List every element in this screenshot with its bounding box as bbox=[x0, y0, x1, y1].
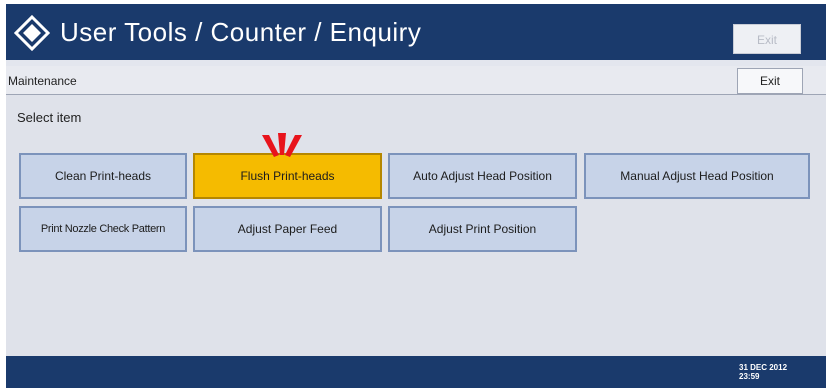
title-exit-button[interactable]: Exit bbox=[733, 24, 801, 54]
flush-print-heads-button[interactable]: Flush Print-heads bbox=[193, 153, 382, 199]
maintenance-label: Maintenance bbox=[8, 74, 77, 88]
maintenance-exit-button[interactable]: Exit bbox=[737, 68, 803, 94]
date-text: 31 DEC 2012 bbox=[739, 363, 788, 372]
print-nozzle-check-pattern-button[interactable]: Print Nozzle Check Pattern bbox=[19, 206, 187, 252]
date-time-display: 31 DEC 2012 23:59 bbox=[739, 363, 787, 381]
auto-adjust-head-position-button[interactable]: Auto Adjust Head Position bbox=[388, 153, 577, 199]
diamond-logo-icon bbox=[14, 15, 50, 51]
title-bar: User Tools / Counter / Enquiry Exit bbox=[6, 4, 826, 60]
content-area: Select item Clean Print-heads Flush Prin… bbox=[6, 95, 826, 356]
maintenance-bar: Maintenance bbox=[6, 66, 826, 95]
clean-print-heads-button[interactable]: Clean Print-heads bbox=[19, 153, 187, 199]
page-title: User Tools / Counter / Enquiry bbox=[60, 17, 422, 47]
manual-adjust-head-position-button[interactable]: Manual Adjust Head Position bbox=[584, 153, 810, 199]
select-item-label: Select item bbox=[17, 110, 82, 125]
red-pointer-icon bbox=[262, 133, 302, 157]
screen: User Tools / Counter / Enquiry Exit Main… bbox=[6, 4, 826, 388]
status-bar: 31 DEC 2012 23:59 bbox=[6, 356, 826, 388]
time-text: 23:59 bbox=[739, 372, 760, 381]
adjust-paper-feed-button[interactable]: Adjust Paper Feed bbox=[193, 206, 382, 252]
adjust-print-position-button[interactable]: Adjust Print Position bbox=[388, 206, 577, 252]
